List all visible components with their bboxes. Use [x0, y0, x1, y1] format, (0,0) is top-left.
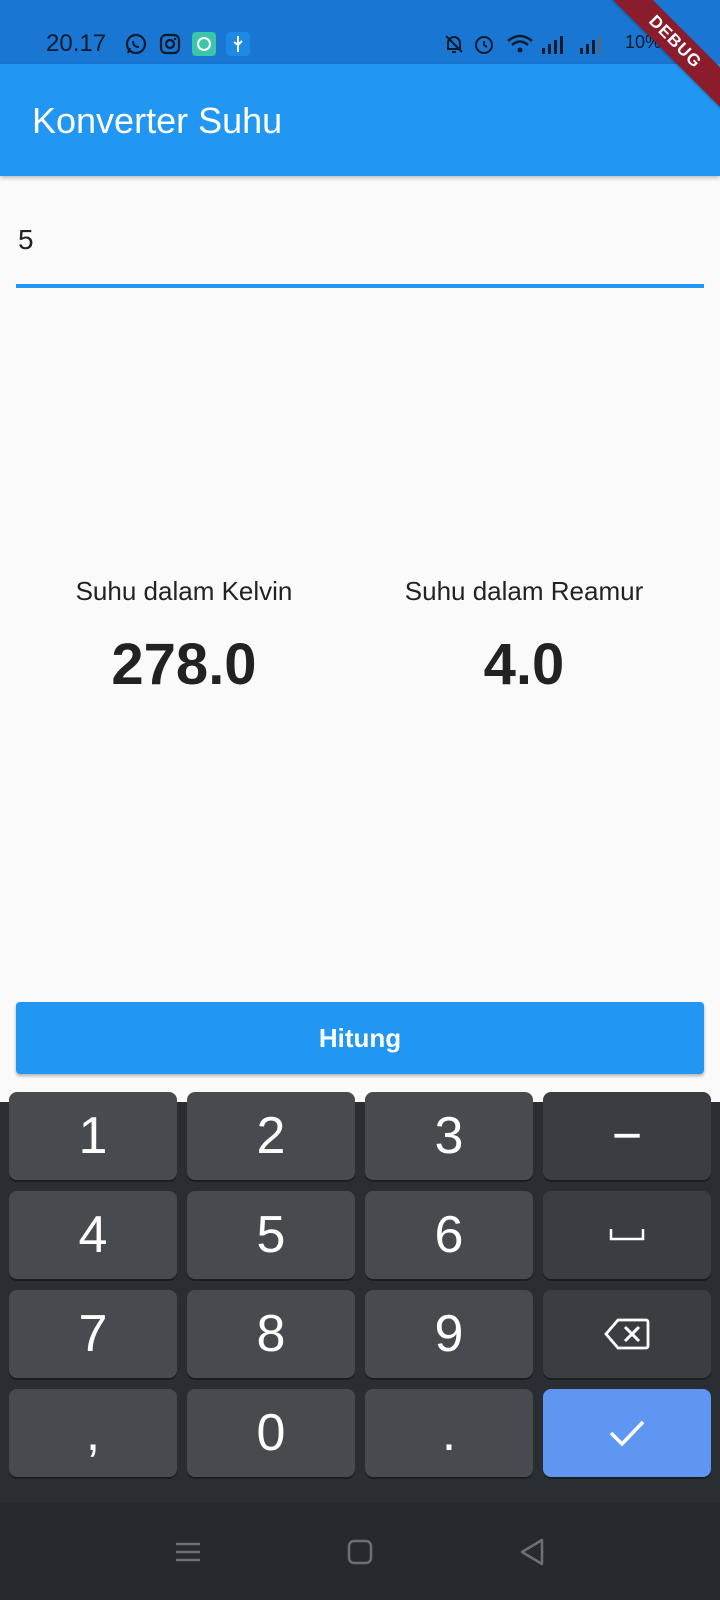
- whatsapp-icon: [125, 33, 147, 55]
- back-icon[interactable]: [512, 1532, 552, 1572]
- numeric-keyboard: 1 2 3 − 4 5 6 7 8 9 , 0 .: [0, 1092, 720, 1502]
- key-8[interactable]: 8: [187, 1290, 355, 1378]
- kelvin-result: Suhu dalam Kelvin 278.0: [14, 576, 354, 698]
- home-icon[interactable]: [340, 1532, 380, 1572]
- alarm-icon: [475, 36, 493, 54]
- hitung-button[interactable]: Hitung: [16, 1002, 704, 1074]
- status-bar: 20.17 10%: [0, 0, 720, 64]
- kelvin-value: 278.0: [111, 632, 257, 697]
- reamur-result: Suhu dalam Reamur 4.0: [354, 576, 694, 698]
- usb-icon: [226, 32, 250, 56]
- temperature-input[interactable]: [16, 200, 704, 280]
- key-7[interactable]: 7: [9, 1290, 177, 1378]
- key-backspace[interactable]: [543, 1290, 711, 1378]
- check-icon: [609, 1420, 645, 1447]
- key-9[interactable]: 9: [365, 1290, 533, 1378]
- signal-icon-2: [580, 36, 601, 54]
- key-3[interactable]: 3: [365, 1092, 533, 1180]
- app-bar: Konverter Suhu: [0, 64, 720, 176]
- key-0[interactable]: 0: [187, 1389, 355, 1477]
- key-enter[interactable]: [543, 1389, 711, 1477]
- reamur-value: 4.0: [483, 632, 565, 697]
- reamur-label: Suhu dalam Reamur: [404, 576, 644, 606]
- wifi-icon: [507, 34, 533, 53]
- backspace-icon: [604, 1318, 650, 1350]
- key-1[interactable]: 1: [9, 1092, 177, 1180]
- key-period[interactable]: .: [365, 1389, 533, 1477]
- key-2[interactable]: 2: [187, 1092, 355, 1180]
- key-space[interactable]: [543, 1191, 711, 1279]
- status-time: 20.17: [46, 30, 107, 57]
- signal-icon: [542, 36, 563, 54]
- space-icon: [609, 1229, 645, 1241]
- kelvin-label: Suhu dalam Kelvin: [75, 576, 293, 606]
- menu-icon[interactable]: [168, 1532, 208, 1572]
- input-underline: [16, 284, 704, 288]
- key-6[interactable]: 6: [365, 1191, 533, 1279]
- key-4[interactable]: 4: [9, 1191, 177, 1279]
- page-title: Konverter Suhu: [32, 100, 283, 141]
- key-minus[interactable]: −: [543, 1092, 711, 1180]
- mute-icon: [445, 35, 463, 53]
- app-icon: [192, 32, 216, 56]
- navigation-bar: [0, 1502, 720, 1600]
- instagram-icon: [159, 33, 181, 55]
- temperature-input-field: [16, 200, 704, 288]
- key-5[interactable]: 5: [187, 1191, 355, 1279]
- key-comma[interactable]: ,: [9, 1389, 177, 1477]
